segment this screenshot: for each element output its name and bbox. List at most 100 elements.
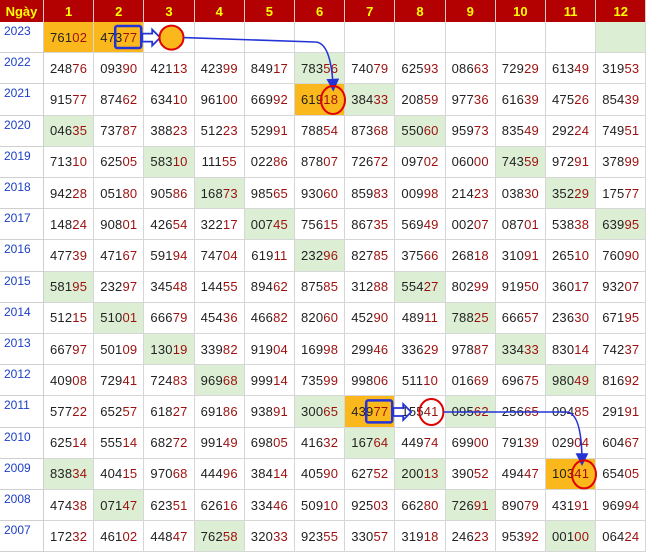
result-cell: 384 14: [244, 458, 295, 490]
result-cell: [295, 22, 346, 54]
result-cell: 538 38: [546, 209, 597, 241]
result-cell: 581 95: [44, 271, 95, 303]
result-cell: 859 83: [345, 178, 396, 210]
year-label: 2008: [0, 490, 44, 522]
result-cell: 625 14: [44, 427, 95, 459]
result-cell: 625 05: [94, 146, 145, 178]
result-cell: 509 10: [295, 490, 346, 522]
year-label: 2016: [0, 240, 44, 272]
year-label: 2014: [0, 302, 44, 334]
result-cell: 743 59: [495, 146, 546, 178]
column-header-4: 4: [194, 0, 245, 22]
result-cell: 634 10: [144, 84, 195, 116]
result-cell: 830 14: [546, 334, 597, 366]
result-cell: 669 92: [244, 84, 295, 116]
lottery-results-table: Ngày 1 2 3 4 5 6 7 8 9 10 11 12 2023 761 02 473 77 2022 248…: [0, 0, 646, 552]
result-cell: 339 82: [194, 334, 245, 366]
result-cell: 388 23: [144, 115, 195, 147]
result-cell: 038 30: [495, 178, 546, 210]
result-cell: 761 02: [44, 22, 95, 54]
header-corner: Ngày: [0, 0, 44, 22]
result-cell: 071 47: [94, 490, 145, 522]
column-header-11: 11: [546, 0, 597, 22]
year-label: 2012: [0, 365, 44, 397]
result-cell: 953 92: [495, 521, 546, 552]
result-cell: 022 86: [244, 146, 295, 178]
result-cell: 336 29: [395, 334, 446, 366]
result-cell: 248 76: [44, 53, 95, 85]
result-cell: 977 36: [445, 84, 496, 116]
result-cell: 095 62: [445, 396, 496, 428]
result-cell: 827 85: [345, 240, 396, 272]
result-cell: [596, 22, 646, 54]
result-cell: 319 53: [596, 53, 646, 85]
result-cell: 431 91: [546, 490, 597, 522]
result-cell: 978 87: [445, 334, 496, 366]
result-cell: 466 82: [244, 302, 295, 334]
result-cell: 625 93: [395, 53, 446, 85]
result-cell: 915 77: [44, 84, 95, 116]
result-cell: 169 98: [295, 334, 346, 366]
result-cell: 619 11: [244, 240, 295, 272]
result-cell: 925 03: [345, 490, 396, 522]
result-cell: 713 10: [44, 146, 95, 178]
result-cell: 698 05: [244, 427, 295, 459]
result-cell: 867 35: [345, 209, 396, 241]
result-cell: 874 62: [94, 84, 145, 116]
result-cell: 232 97: [94, 271, 145, 303]
result-cell: 130 19: [144, 334, 195, 366]
result-cell: 064 24: [596, 521, 646, 552]
result-cell: 009 98: [395, 178, 446, 210]
result-cell: 087 01: [495, 209, 546, 241]
result-cell: 696 75: [495, 365, 546, 397]
result-cell: 029 04: [546, 427, 597, 459]
result-cell: [445, 22, 496, 54]
result-cell: 908 01: [94, 209, 145, 241]
result-cell: 849 17: [244, 53, 295, 85]
result-cell: 742 37: [596, 334, 646, 366]
result-cell: 452 90: [345, 302, 396, 334]
result-cell: 749 51: [596, 115, 646, 147]
result-cell: 554 27: [395, 271, 446, 303]
result-cell: 569 49: [395, 209, 446, 241]
result-cell: 619 18: [295, 84, 346, 116]
result-cell: 932 07: [596, 271, 646, 303]
result-cell: 820 60: [295, 302, 346, 334]
result-cell: 097 02: [395, 146, 446, 178]
result-cell: 737 87: [94, 115, 145, 147]
result-cell: 726 91: [445, 490, 496, 522]
result-cell: 409 08: [44, 365, 95, 397]
result-cell: 214 23: [445, 178, 496, 210]
result-cell: 529 91: [244, 115, 295, 147]
year-label: 2020: [0, 115, 44, 147]
result-cell: 591 94: [144, 240, 195, 272]
result-cell: 511 10: [395, 365, 446, 397]
result-cell: 312 88: [345, 271, 396, 303]
result-cell: 942 28: [44, 178, 95, 210]
year-label: 2019: [0, 146, 44, 178]
result-cell: 510 01: [94, 302, 145, 334]
year-label: 2009: [0, 458, 44, 490]
result-cell: 512 15: [44, 302, 95, 334]
column-header-9: 9: [445, 0, 496, 22]
result-cell: 654 05: [596, 458, 646, 490]
result-cell: 168 73: [194, 178, 245, 210]
result-cell: [194, 22, 245, 54]
result-cell: 268 18: [445, 240, 496, 272]
result-cell: 319 18: [395, 521, 446, 552]
result-cell: 167 64: [345, 427, 396, 459]
result-cell: [546, 22, 597, 54]
result-cell: 334 46: [244, 490, 295, 522]
result-cell: 155 41: [395, 396, 446, 428]
result-cell: 001 00: [546, 521, 597, 552]
result-cell: 292 24: [546, 115, 597, 147]
result-cell: 985 65: [244, 178, 295, 210]
result-cell: 051 80: [94, 178, 145, 210]
result-cell: 583 10: [144, 146, 195, 178]
year-label: 2023: [0, 22, 44, 54]
result-cell: 489 11: [395, 302, 446, 334]
result-cell: 961 00: [194, 84, 245, 116]
result-cell: 577 22: [44, 396, 95, 428]
result-cell: 016 69: [445, 365, 496, 397]
result-cell: 421 13: [144, 53, 195, 85]
